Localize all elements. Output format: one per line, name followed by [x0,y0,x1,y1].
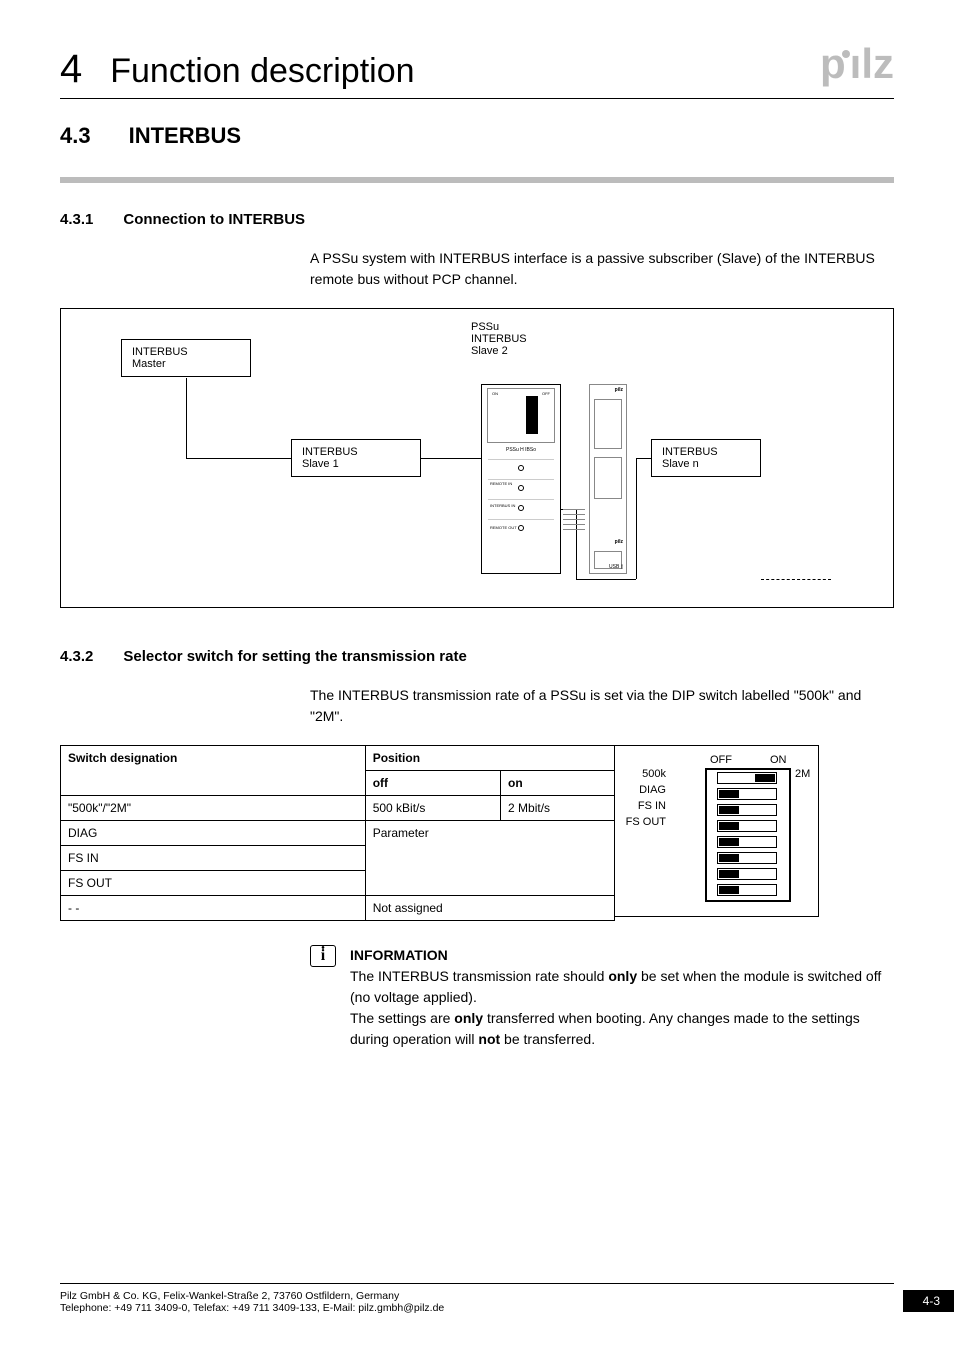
dip-slot-7 [717,868,777,880]
section-number: 4.3 [60,123,91,149]
page-footer: Pilz GmbH & Co. KG, Felix-Wankel-Straße … [60,1283,894,1314]
table-row: "500k"/"2M" 500 kBit/s 2 Mbit/s [61,796,615,821]
dip-slot-4 [717,820,777,832]
dip-off-tiny: OFF [542,391,550,396]
page-header: 4 Function description pılz [60,40,894,99]
td-name: DIAG [61,821,366,846]
subsection-number-2: 4.3.2 [60,648,93,665]
td-name: "500k"/"2M" [61,796,366,821]
info-line2a: The settings are [350,1010,454,1026]
footer-phone-email: Telephone: +49 711 3409-0, Telefax: +49 … [60,1302,444,1314]
td-off: 500 kBit/s [365,796,500,821]
diagram-line [186,458,291,459]
footer-contact: Pilz GmbH & Co. KG, Felix-Wankel-Straße … [60,1290,444,1314]
chapter-number: 4 [60,47,82,92]
chapter-name: Function description [110,52,414,91]
io-led-block [594,399,622,449]
td-param: Parameter [365,821,614,896]
diagram-slaven-label: INTERBUS Slave n [662,446,718,470]
td-name: FS IN [61,846,366,871]
information-callout: i INFORMATION The INTERBUS transmission … [310,945,894,1050]
section-title: INTERBUS [129,123,241,149]
diagram-line [421,458,481,459]
diagram-line [186,378,187,458]
info-line2d: not [478,1031,500,1047]
diagram-dashed-line [761,579,831,580]
io-term-block1 [594,457,622,499]
diagram-io-module: pilz pilz [589,384,627,574]
info-text: INFORMATION The INTERBUS transmission ra… [350,945,894,1050]
dip-slot-3 [717,804,777,816]
diagram-slaven-box: INTERBUS Slave n [651,439,761,477]
pilz-logo: pılz [820,40,894,92]
table-row: Switch designation Position [61,746,615,771]
info-line1b: only [608,968,637,984]
footer-address: Pilz GmbH & Co. KG, Felix-Wankel-Straße … [60,1290,444,1302]
diagram-master-box: INTERBUS Master [121,339,251,377]
dip-2m-label: 2M [795,768,810,780]
dip-500k-label: 500k [642,768,666,780]
dip-fsin-label: FS IN [638,800,666,812]
dip-off-label: OFF [710,754,732,766]
subsection-heading-2: 4.3.2 Selector switch for setting the tr… [60,648,894,665]
dip-switch-illustration: OFF ON 500k 2M DIAG FS IN FS OUT [614,745,819,917]
dip-body [705,768,791,902]
diagram-head-module: ON OFF PSSu H IBSo REMOTE IN INTERBUS IN… [481,384,561,574]
dip-slot-5 [717,836,777,848]
paragraph-2: The INTERBUS transmission rate of a PSSu… [310,685,894,727]
diagram-slave2-label: PSSu INTERBUS Slave 2 [471,321,527,357]
diagram-module-name: PSSu H IBSo [482,447,560,453]
diagram-ports: REMOTE IN INTERBUS IN REMOTE OUT [488,459,554,539]
section-rule [60,177,894,183]
td-on: 2 Mbit/s [501,796,615,821]
th-switch: Switch designation [61,746,366,796]
page-number-badge: 4-3 [903,1290,954,1312]
dip-fsout-label: FS OUT [626,816,666,828]
td-na: Not assigned [365,896,614,921]
info-line1a: The INTERBUS transmission rate should [350,968,608,984]
chapter-title-block: 4 Function description [60,47,415,92]
interbus-topology-diagram: INTERBUS Master INTERBUS Slave 1 INTERBU… [60,308,894,608]
diagram-line [576,579,636,580]
dip-slot-6 [717,852,777,864]
subsection-number: 4.3.1 [60,211,93,228]
usb-label: USB ▯ [609,564,623,570]
diagram-dip-icon [526,396,538,434]
subsection-heading-1: 4.3.1 Connection to INTERBUS [60,211,894,228]
subsection-title-2: Selector switch for setting the transmis… [123,648,466,665]
pilz-tiny-logo2: pilz [593,539,623,545]
info-line2e: be transferred. [500,1031,595,1047]
td-name: FS OUT [61,871,366,896]
dip-slot-2 [717,788,777,800]
diagram-line [636,458,637,579]
dip-on-tiny: ON [492,391,498,396]
th-position: Position [365,746,614,771]
switch-table: Switch designation Position off on "500k… [60,745,615,921]
diagram-master-label: INTERBUS Master [132,346,188,370]
info-icon: i [310,945,336,967]
info-title: INFORMATION [350,945,894,966]
table-row: - - Not assigned [61,896,615,921]
info-line2b: only [454,1010,483,1026]
dip-diag-label: DIAG [639,784,666,796]
section-heading: 4.3 INTERBUS [60,123,894,149]
switch-table-wrap: Switch designation Position off on "500k… [60,745,894,921]
diagram-module-top: ON OFF [487,388,555,443]
subsection-title: Connection to INTERBUS [123,211,305,228]
dip-slot-8 [717,884,777,896]
dip-on-label: ON [770,754,787,766]
diagram-base-lines [563,509,585,530]
th-on: on [501,771,615,796]
pilz-tiny-logo: pilz [593,387,623,393]
dip-slot-1 [717,772,777,784]
diagram-slave1-label: INTERBUS Slave 1 [302,446,358,470]
diagram-slave1-box: INTERBUS Slave 1 [291,439,421,477]
diagram-line [636,458,651,459]
table-row: DIAG Parameter [61,821,615,846]
th-off: off [365,771,500,796]
td-name: - - [61,896,366,921]
paragraph-1: A PSSu system with INTERBUS interface is… [310,248,894,290]
